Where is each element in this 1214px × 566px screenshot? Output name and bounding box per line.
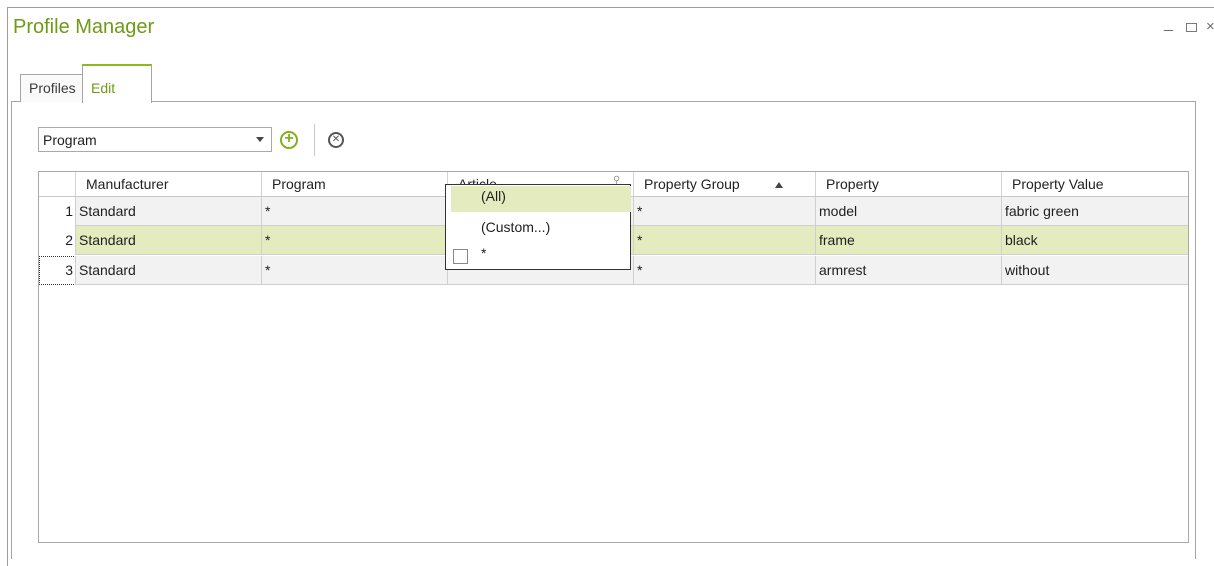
cell-property-value[interactable]: black [1001, 226, 1188, 255]
cell-manufacturer[interactable]: Standard [75, 197, 261, 226]
cell-property-group[interactable]: * [633, 197, 815, 226]
tab-strip: Profiles Edit [11, 64, 1196, 103]
close-button[interactable]: × [1206, 19, 1214, 34]
filter-option-all[interactable]: (All) [451, 186, 631, 212]
maximize-button[interactable] [1186, 23, 1197, 32]
column-header-property-group[interactable]: Property Group [633, 172, 815, 196]
column-header-program[interactable]: Program [261, 172, 447, 196]
sort-ascending-icon [775, 182, 783, 188]
cell-property[interactable]: frame [815, 226, 1001, 255]
filter-option-star[interactable]: * [451, 243, 631, 269]
tab-edit[interactable]: Edit [82, 64, 152, 103]
plus-circle-icon[interactable]: + [280, 131, 298, 149]
filter-option-custom[interactable]: (Custom...) [451, 217, 631, 243]
chevron-down-icon[interactable] [256, 137, 264, 142]
cell-property[interactable]: armrest [815, 256, 1001, 285]
article-filter-dropdown: (All) (Custom...) * [445, 184, 631, 270]
close-circle-icon[interactable]: ✕ [328, 132, 344, 148]
column-header-property[interactable]: Property [815, 172, 1001, 196]
program-combo[interactable]: Program [38, 127, 272, 152]
cell-program[interactable]: * [261, 256, 447, 285]
row-number: 3 [65, 262, 73, 278]
column-header-property-value[interactable]: Property Value [1001, 172, 1188, 196]
cell-property-group[interactable]: * [633, 256, 815, 285]
cell-property-value[interactable]: fabric green [1001, 197, 1188, 226]
minimize-button[interactable]: _ [1164, 16, 1173, 32]
column-header-manufacturer[interactable]: Manufacturer [75, 172, 261, 196]
window-title: Profile Manager [13, 16, 155, 38]
cell-property[interactable]: model [815, 197, 1001, 226]
row-number: 1 [65, 203, 73, 219]
program-combo-value: Program [43, 132, 97, 148]
tab-profiles[interactable]: Profiles [20, 74, 83, 102]
toolbar-separator [314, 124, 315, 156]
cell-manufacturer[interactable]: Standard [75, 226, 261, 255]
cell-property-value[interactable]: without [1001, 256, 1188, 285]
cell-program[interactable]: * [261, 197, 447, 226]
row-number: 2 [65, 232, 73, 248]
cell-property-group[interactable]: * [633, 226, 815, 255]
cell-manufacturer[interactable]: Standard [75, 256, 261, 285]
cell-program[interactable]: * [261, 226, 447, 255]
